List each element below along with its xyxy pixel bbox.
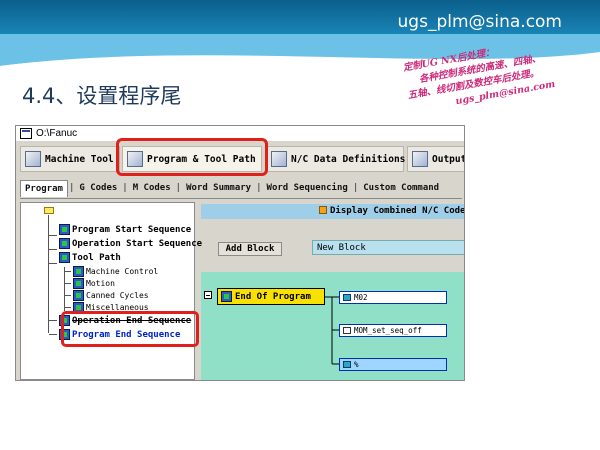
program-tree: Program Start Sequence Operation Start S… bbox=[20, 202, 202, 380]
tree-item-motion[interactable]: Motion bbox=[65, 278, 115, 289]
display-combined-label: Display Combined N/C Code bbox=[330, 206, 465, 216]
custom-command-icon bbox=[343, 327, 351, 334]
machine-tool-icon bbox=[25, 151, 41, 167]
sub-tabs: Program | G Codes | M Codes | Word Summa… bbox=[16, 178, 464, 198]
window-title: O:\Fanuc bbox=[36, 128, 78, 139]
folder-icon[interactable] bbox=[44, 207, 54, 214]
collapse-icon[interactable] bbox=[204, 291, 212, 299]
sequence-icon bbox=[73, 278, 84, 289]
tree-item-canned-cycles[interactable]: Canned Cycles bbox=[65, 290, 149, 301]
command-label: M02 bbox=[354, 293, 368, 302]
tab-nc-data-definitions[interactable]: N/C Data Definitions bbox=[266, 146, 406, 172]
highlight-box-program-tab bbox=[116, 138, 268, 176]
sequence-editor: Display Combined N/C Code Add Block New … bbox=[196, 202, 465, 380]
tree-item-tool-path[interactable]: Tool Path bbox=[49, 252, 121, 264]
tree-item-label: Tool Path bbox=[72, 252, 121, 263]
tab-label: Machine Tool bbox=[45, 153, 114, 165]
subtab-g-codes[interactable]: G Codes bbox=[75, 183, 121, 193]
sequence-icon bbox=[59, 224, 70, 235]
highlight-box-program-end bbox=[61, 311, 199, 347]
block-icon bbox=[343, 294, 351, 301]
command-block-percent[interactable]: % bbox=[339, 358, 447, 371]
tree-item-machine-control[interactable]: Machine Control bbox=[65, 266, 158, 277]
divider bbox=[20, 198, 462, 199]
separator: | bbox=[68, 183, 75, 193]
separator: | bbox=[175, 183, 182, 193]
post-builder-window: O:\Fanuc Machine Tool Program & Tool Pat… bbox=[15, 125, 465, 381]
new-block-field[interactable]: New Block bbox=[312, 240, 464, 255]
subtab-program[interactable]: Program bbox=[20, 179, 68, 197]
event-label: End Of Program bbox=[235, 291, 311, 302]
tree-item-label: Machine Control bbox=[86, 267, 159, 276]
event-icon bbox=[221, 291, 232, 302]
display-combined-toggle[interactable]: Display Combined N/C Code bbox=[201, 204, 465, 219]
tree-item-program-start[interactable]: Program Start Sequence bbox=[49, 224, 192, 236]
subtab-word-sequencing[interactable]: Word Sequencing bbox=[263, 183, 352, 193]
block-icon bbox=[343, 361, 351, 368]
nc-data-icon bbox=[271, 151, 287, 167]
sequence-canvas: End Of Program M02 MOM_set_seq_off % bbox=[201, 272, 464, 380]
sequence-icon bbox=[59, 238, 70, 249]
window-icon bbox=[20, 128, 32, 139]
tree-item-label: Canned Cycles bbox=[86, 291, 149, 300]
sequence-icon bbox=[73, 290, 84, 301]
checkbox-icon bbox=[319, 206, 327, 214]
tree-item-label: Motion bbox=[86, 279, 115, 288]
command-label: MOM_set_seq_off bbox=[354, 326, 422, 335]
sequence-icon bbox=[59, 252, 70, 263]
subtab-custom-command[interactable]: Custom Command bbox=[359, 183, 443, 193]
tab-machine-tool[interactable]: Machine Tool bbox=[20, 146, 120, 172]
add-block-button[interactable]: Add Block bbox=[218, 242, 282, 256]
separator: | bbox=[352, 183, 359, 193]
tree-item-label: Operation Start Sequence bbox=[72, 238, 203, 249]
slide-title: 4.4、设置程序尾 bbox=[22, 84, 182, 108]
separator: | bbox=[256, 183, 262, 193]
command-block-mom-set-seq-off[interactable]: MOM_set_seq_off bbox=[339, 324, 447, 337]
command-label: % bbox=[354, 360, 359, 369]
command-block-m02[interactable]: M02 bbox=[339, 291, 447, 304]
tab-label: N/C Data Definitions bbox=[291, 153, 406, 165]
event-block-end-of-program[interactable]: End Of Program bbox=[217, 288, 325, 305]
separator: | bbox=[122, 183, 128, 193]
tree-item-operation-start[interactable]: Operation Start Sequence bbox=[49, 238, 203, 250]
tab-output[interactable]: Output bbox=[407, 146, 465, 172]
tree-item-label: Program Start Sequence bbox=[72, 224, 192, 235]
tab-label: Output bbox=[432, 153, 465, 165]
main-tabs: Machine Tool Program & Tool Path N/C Dat… bbox=[16, 138, 465, 176]
header-email: ugs_plm@sina.com bbox=[397, 12, 562, 32]
output-icon bbox=[412, 151, 428, 167]
subtab-word-summary[interactable]: Word Summary bbox=[182, 183, 255, 193]
subtab-m-codes[interactable]: M Codes bbox=[129, 183, 175, 193]
sequence-icon bbox=[73, 266, 84, 277]
